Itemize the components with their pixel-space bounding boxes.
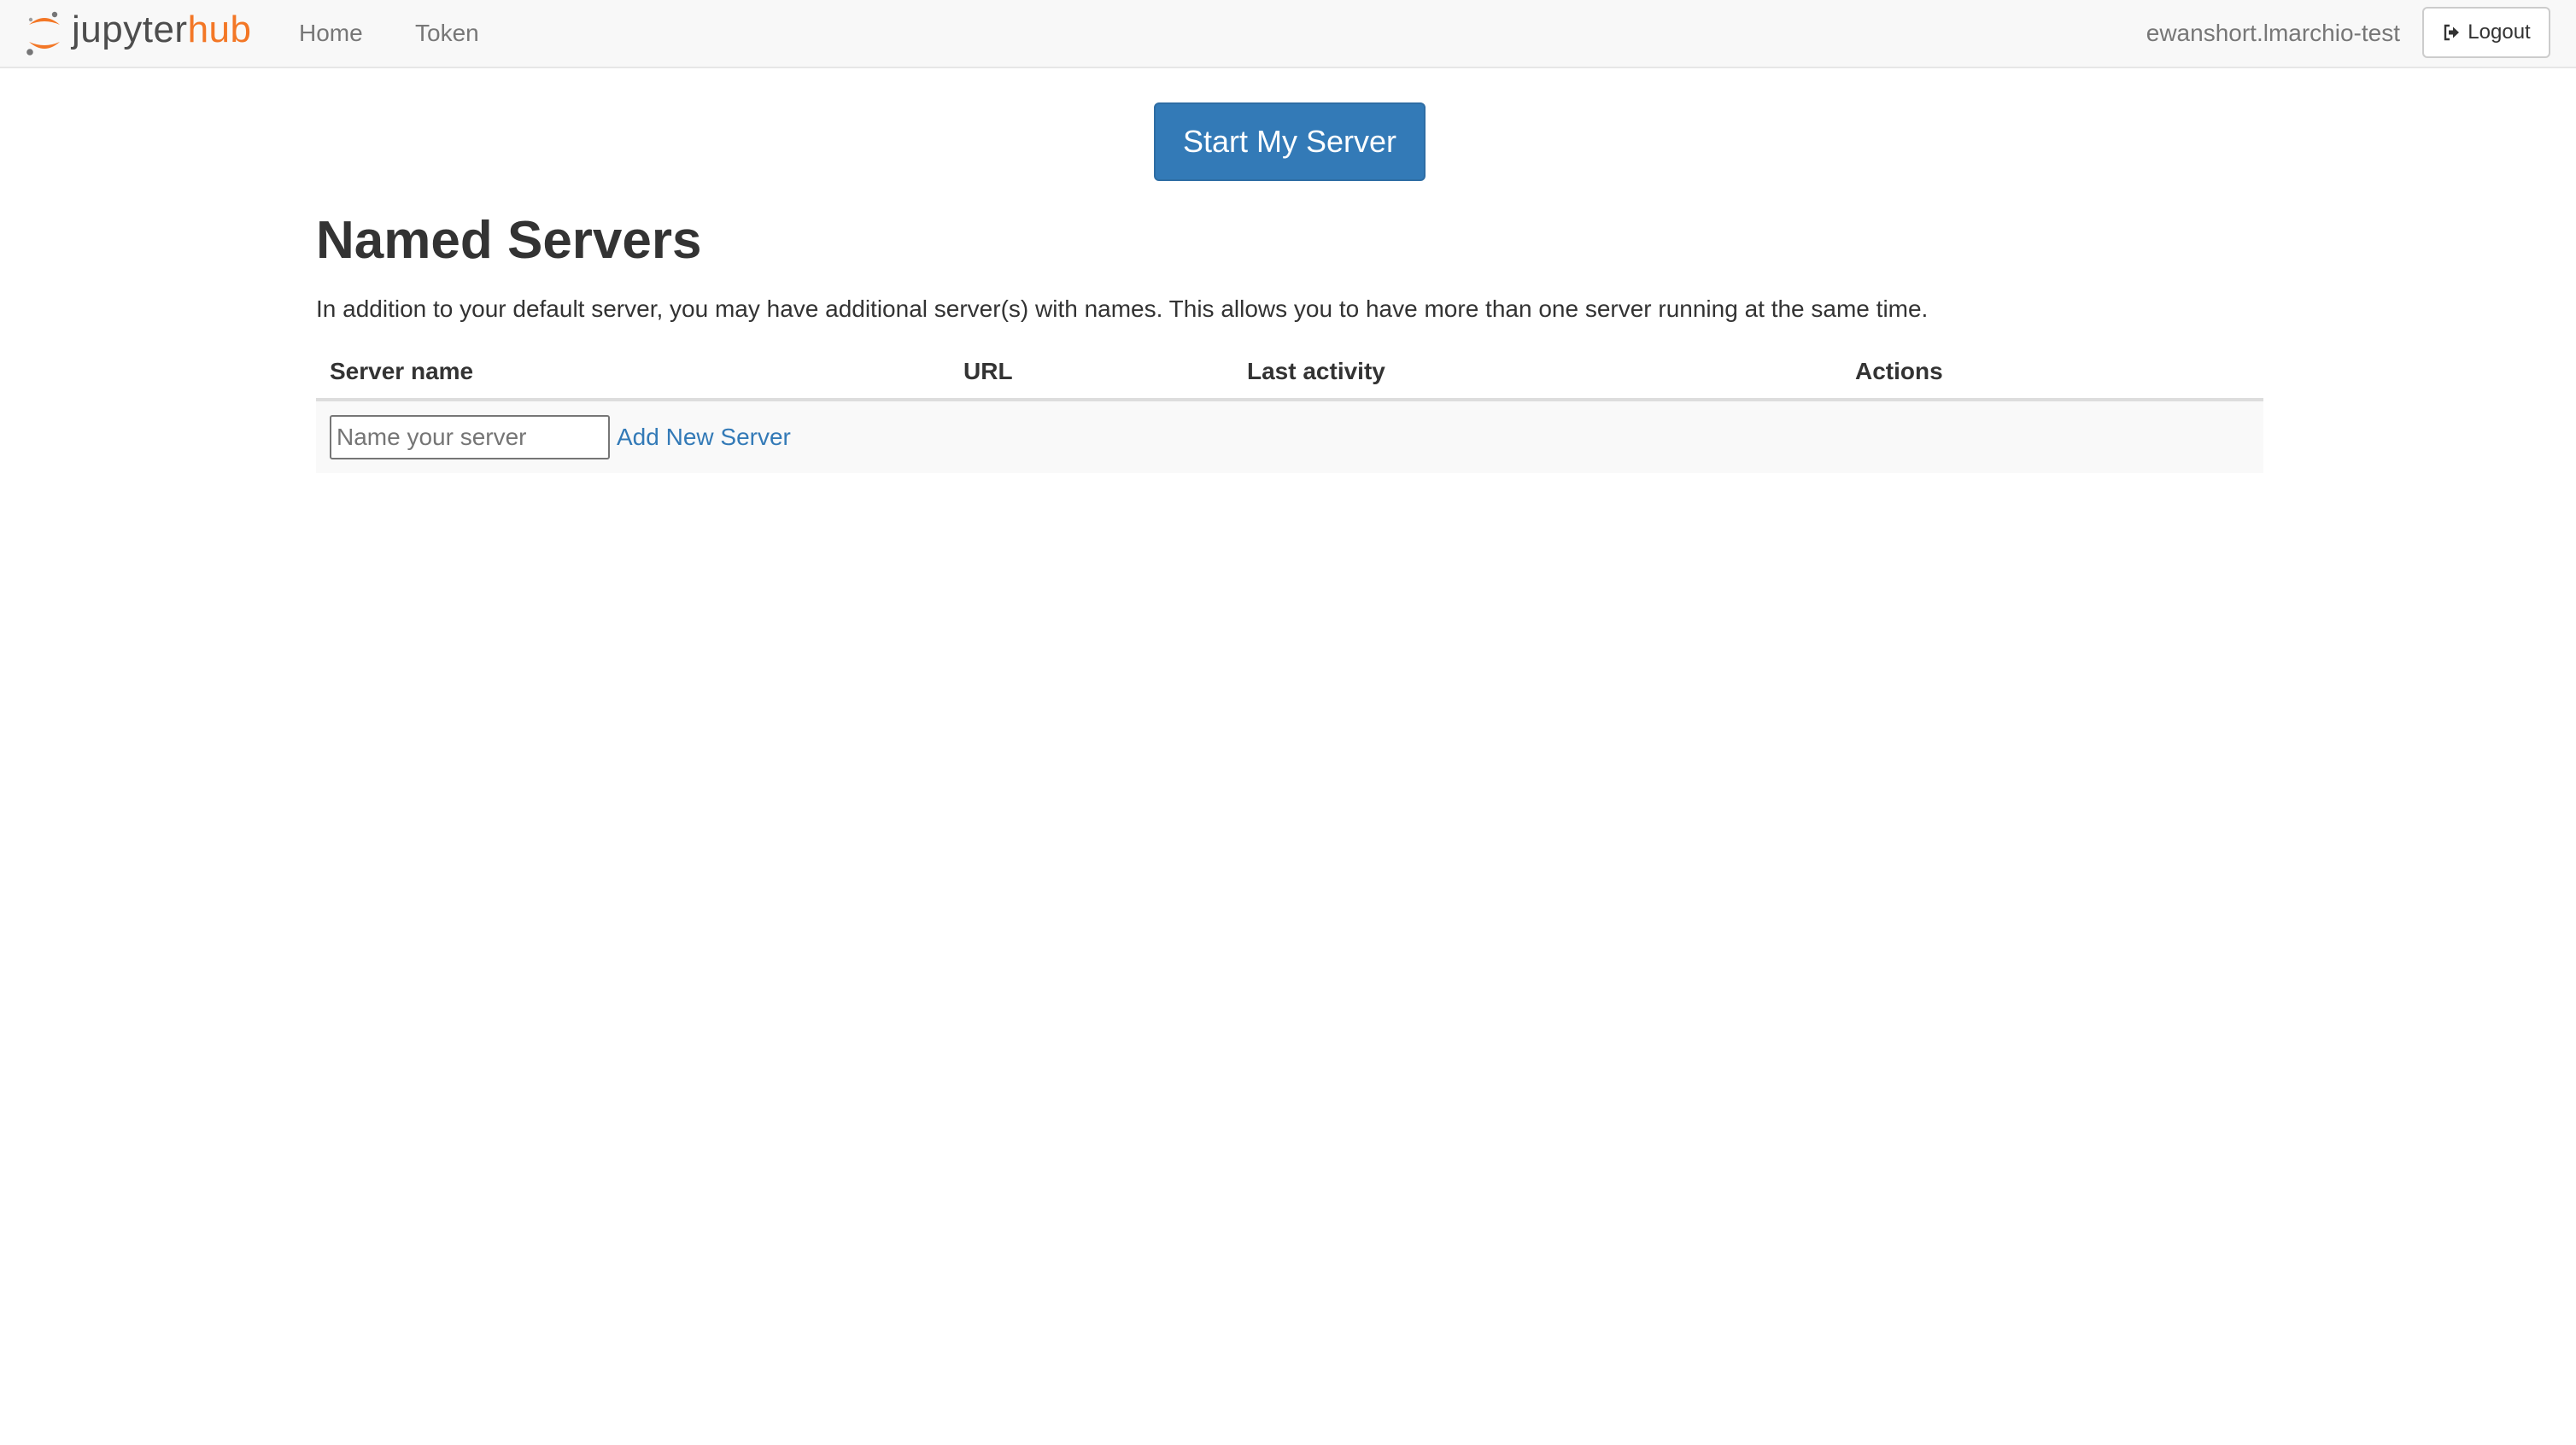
logout-label: Logout <box>2468 20 2531 44</box>
brand-wordmark: jupyterhub <box>72 11 252 49</box>
add-new-server-link[interactable]: Add New Server <box>617 401 791 473</box>
column-header-url: URL <box>963 358 1013 384</box>
start-my-server-label: Start My Server <box>1182 124 1397 159</box>
named-servers-table: Server name URL Last activity Actions Ad… <box>316 342 2263 473</box>
brand-hub-text: hub <box>187 9 252 50</box>
page-title: Named Servers <box>316 211 702 270</box>
named-servers-description: In addition to your default server, you … <box>316 295 1929 322</box>
column-header-last-activity: Last activity <box>1247 358 1385 384</box>
username-label: ewanshort.lmarchio-test <box>2146 20 2400 46</box>
jupyter-logo-icon <box>26 11 60 56</box>
column-header-actions: Actions <box>1855 358 1943 384</box>
jupyterhub-logo-link[interactable]: jupyterhub <box>24 7 252 60</box>
column-header-server-name: Server name <box>330 358 474 384</box>
table-header-row: Server name URL Last activity Actions <box>316 342 2263 401</box>
server-name-input[interactable] <box>330 415 610 459</box>
start-my-server-button[interactable]: Start My Server <box>1154 102 1426 181</box>
navbar: jupyterhub Home Token ewanshort.lmarchio… <box>0 0 2576 68</box>
logout-button[interactable]: Logout <box>2422 7 2550 58</box>
nav-home-link[interactable]: Home <box>299 0 363 67</box>
new-server-row: Add New Server <box>316 401 2263 473</box>
nav-token-link[interactable]: Token <box>415 0 479 67</box>
sign-out-icon <box>2444 24 2460 41</box>
brand-jupyter-text: jupyter <box>72 9 188 50</box>
